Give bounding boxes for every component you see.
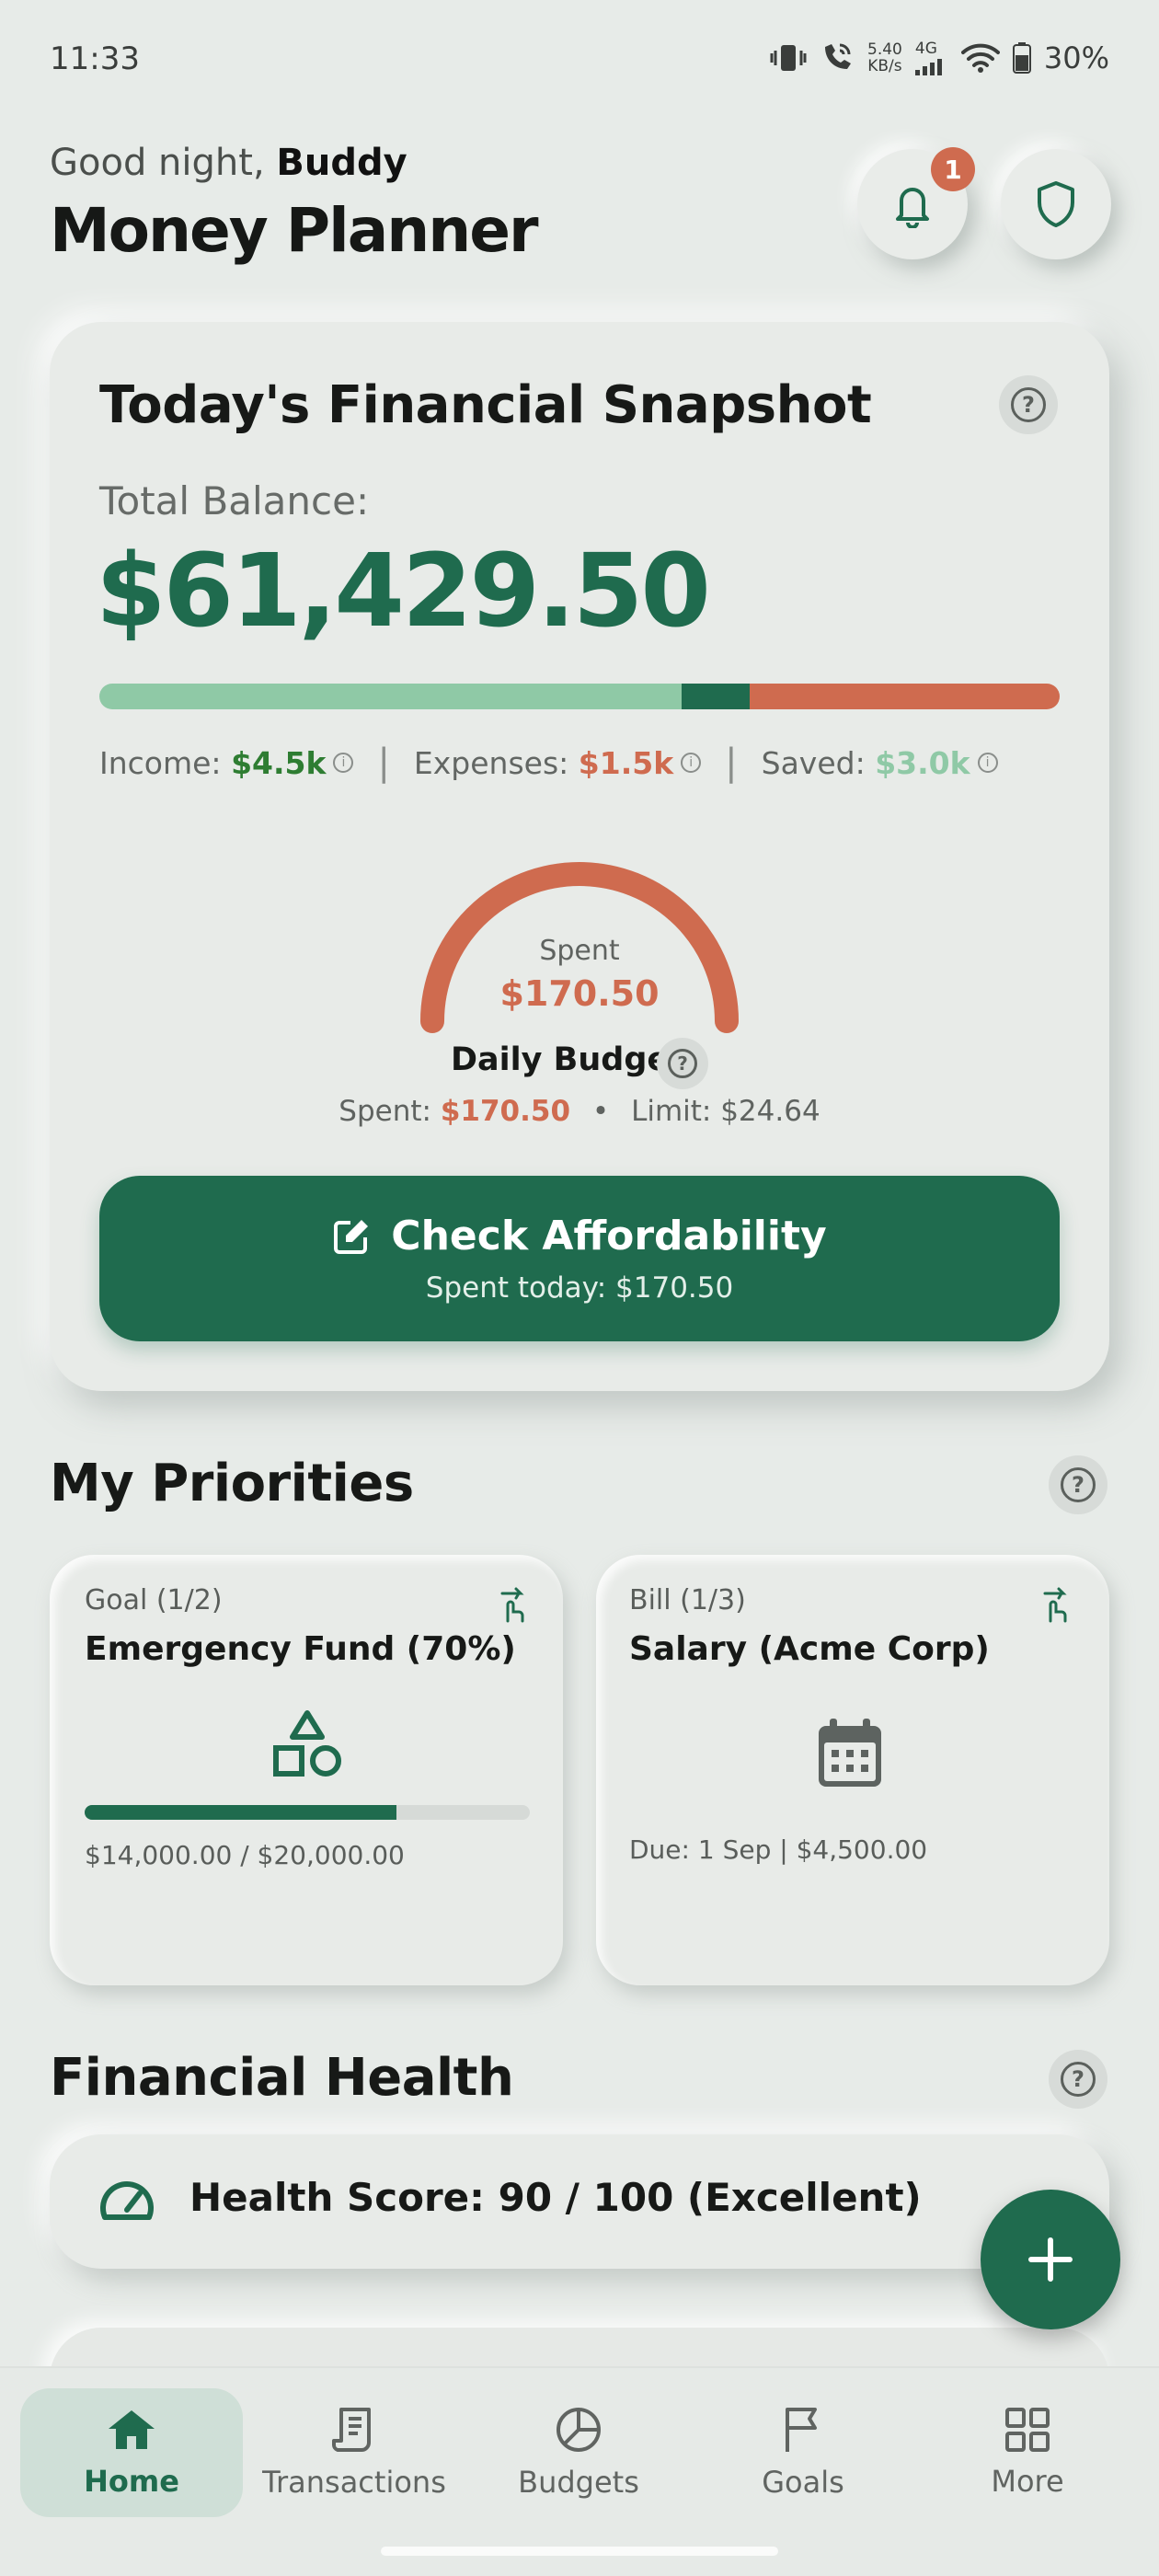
net-speed: 5.40 KB/s	[867, 40, 902, 75]
divider: |	[725, 742, 738, 784]
info-icon[interactable]: i	[681, 753, 702, 773]
greeting: Good night, Buddy	[50, 142, 407, 184]
wifi-call-icon	[825, 43, 852, 69]
saved-value: $3.0k	[875, 744, 970, 781]
health-help-button[interactable]: ?	[1049, 2050, 1107, 2109]
daily-budget-label: Daily Budget	[451, 1041, 684, 1078]
priority-title: Emergency Fund (70%)	[85, 1630, 516, 1668]
help-icon: ?	[1061, 1467, 1096, 1502]
bar-segment-expenses	[749, 684, 1060, 709]
priority-card-bill[interactable]: Bill (1/3) Salary (Acme Corp) Due: 1 Sep…	[596, 1555, 1109, 1985]
priorities-help-button[interactable]: ?	[1049, 1455, 1107, 1514]
bell-icon	[896, 188, 929, 228]
receipt-icon	[332, 2408, 371, 2452]
income-value: $4.5k	[231, 744, 327, 781]
goal-amounts: $14,000.00 / $20,000.00	[85, 1840, 405, 1870]
home-indicator	[381, 2547, 778, 2556]
swipe-icon[interactable]	[493, 1584, 528, 1623]
plus-icon	[1028, 2237, 1073, 2282]
goal-progress-bar	[85, 1805, 530, 1820]
pie-chart-icon	[557, 2408, 601, 2452]
status-time: 11:33	[50, 40, 140, 77]
security-button[interactable]	[1001, 149, 1111, 259]
nav-transactions[interactable]: Transactions	[243, 2388, 465, 2517]
info-icon[interactable]: i	[977, 753, 998, 773]
snapshot-title: Today's Financial Snapshot	[99, 375, 872, 435]
check-affordability-subtitle: Spent today: $170.50	[425, 1271, 734, 1305]
battery-icon	[1012, 42, 1031, 74]
nav-goals[interactable]: Goals	[692, 2388, 914, 2517]
vibrate-icon	[770, 45, 807, 71]
gauge-label: Spent	[539, 935, 620, 967]
wifi-icon	[960, 43, 1000, 73]
goal-progress-fill	[85, 1805, 396, 1820]
nav-more[interactable]: More	[916, 2388, 1139, 2517]
priority-kind: Goal (1/2)	[85, 1584, 223, 1616]
battery-percent: 30%	[1043, 40, 1109, 75]
health-title: Financial Health	[50, 2048, 514, 2108]
speedometer-icon	[100, 2181, 154, 2220]
page-title: Money Planner	[50, 195, 539, 266]
flag-icon	[786, 2408, 817, 2452]
bill-due: Due: 1 Sep | $4,500.00	[629, 1834, 928, 1865]
help-icon: ?	[1011, 387, 1046, 422]
priority-kind: Bill (1/3)	[629, 1584, 746, 1616]
shield-icon	[1038, 181, 1074, 227]
divider: |	[377, 742, 390, 784]
grid-icon	[1005, 2408, 1050, 2452]
expenses-label: Expenses:	[413, 744, 569, 781]
gauge-value: $170.50	[499, 973, 660, 1014]
user-name: Buddy	[276, 142, 407, 184]
swipe-icon[interactable]	[1036, 1584, 1071, 1623]
priorities-title: My Priorities	[50, 1454, 414, 1513]
signal-icon	[914, 58, 942, 75]
shapes-icon	[273, 1710, 341, 1777]
priority-title: Salary (Acme Corp)	[629, 1630, 990, 1668]
nav-budgets[interactable]: Budgets	[467, 2388, 690, 2517]
home-icon	[109, 2410, 155, 2449]
check-affordability-button[interactable]: Check Affordability Spent today: $170.50	[99, 1176, 1060, 1341]
balance-label: Total Balance:	[99, 478, 370, 523]
daily-budget-summary: Spent: $170.50 • Limit: $24.64	[339, 1095, 820, 1128]
nav-home[interactable]: Home	[20, 2388, 243, 2517]
saved-label: Saved:	[761, 744, 866, 781]
balance-value: $61,429.50	[96, 532, 711, 650]
cashflow-bar	[99, 684, 1060, 709]
help-icon: ?	[1061, 2062, 1096, 2097]
status-icons: 5.40 KB/s 4G 30%	[770, 40, 1109, 75]
bottom-nav: Home Transactions Budgets Goals More	[0, 2366, 1159, 2576]
priority-card-goal[interactable]: Goal (1/2) Emergency Fund (70%) $14,000.…	[50, 1555, 563, 1985]
cashflow-stats: Income: $4.5k i | Expenses: $1.5k i | Sa…	[99, 742, 998, 784]
bar-segment-saved	[681, 684, 750, 709]
info-icon[interactable]: i	[333, 753, 354, 773]
daily-limit: Limit: $24.64	[631, 1095, 820, 1128]
help-icon: ?	[668, 1049, 697, 1078]
bar-segment-income	[99, 684, 682, 709]
edit-icon	[334, 1219, 369, 1254]
daily-budget-help-button[interactable]: ?	[657, 1038, 708, 1089]
network-indicator: 4G	[914, 40, 948, 75]
notification-badge: 1	[931, 147, 975, 191]
calendar-icon	[819, 1719, 881, 1787]
add-button[interactable]	[981, 2190, 1120, 2329]
health-score: Health Score: 90 / 100 (Excellent)	[189, 2175, 922, 2220]
snapshot-help-button[interactable]: ?	[999, 375, 1058, 434]
income-label: Income:	[99, 744, 222, 781]
daily-spent-value: $170.50	[440, 1095, 571, 1128]
check-affordability-title: Check Affordability	[99, 1213, 1060, 1259]
expenses-value: $1.5k	[578, 744, 674, 781]
